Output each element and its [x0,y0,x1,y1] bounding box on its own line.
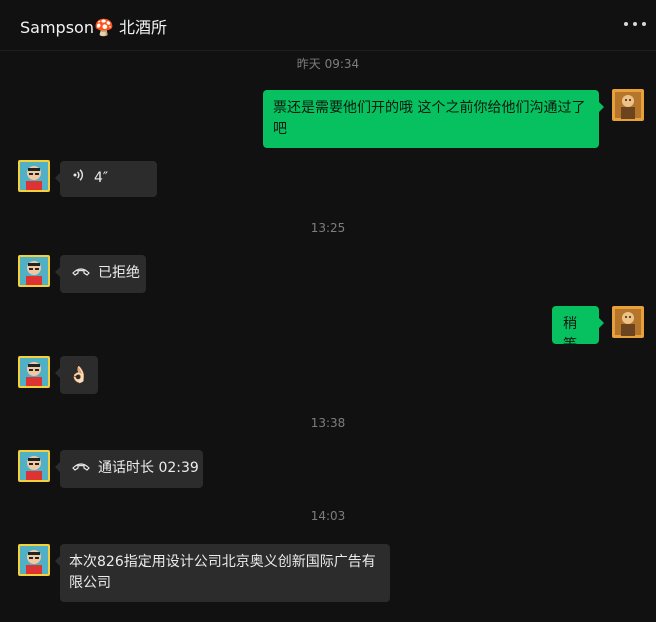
call-duration: 通话时长 02:39 [98,460,199,476]
call-status: 已拒绝 [98,265,140,281]
avatar-me[interactable] [612,89,644,121]
call-message[interactable]: 已拒绝 [55,255,146,293]
message-text: 票还是需要他们开的哦 这个之前你给他们沟通过了吧 [273,100,586,137]
phone-icon [72,263,90,284]
ok-hand-emoji: 👌🏻 [69,365,89,384]
call-message[interactable]: 通话时长 02:39 [55,450,203,488]
timestamp: 14:03 [310,509,346,523]
chat-title: Sampson🍄 北酒所 [20,18,167,37]
timestamp: 昨天 09:34 [296,57,360,71]
voice-duration: 4″ [94,170,109,186]
voice-message[interactable]: 4″ [55,161,157,197]
outgoing-message[interactable]: 稍等 [552,306,604,353]
avatar-contact[interactable] [18,450,50,482]
avatar-contact[interactable] [18,255,50,287]
chat-header: Sampson🍄 北酒所 [0,0,656,51]
message-text: 本次826指定用设计公司北京奥义创新国际广告有限公司 [69,554,376,591]
outgoing-message[interactable]: 票还是需要他们开的哦 这个之前你给他们沟通过了吧 [263,90,604,148]
message-text: 稍等 [563,316,577,353]
phone-icon [72,458,90,479]
emoji-message[interactable]: 👌🏻 [55,356,98,394]
avatar-contact[interactable] [18,160,50,192]
timestamp: 13:25 [310,221,346,235]
avatar-contact[interactable] [18,544,50,576]
voice-wave-icon [72,168,86,189]
avatar-me[interactable] [612,306,644,338]
more-dots-icon[interactable] [624,14,646,34]
incoming-message[interactable]: 本次826指定用设计公司北京奥义创新国际广告有限公司 [55,544,390,602]
timestamp: 13:38 [310,416,346,430]
avatar-contact[interactable] [18,356,50,388]
